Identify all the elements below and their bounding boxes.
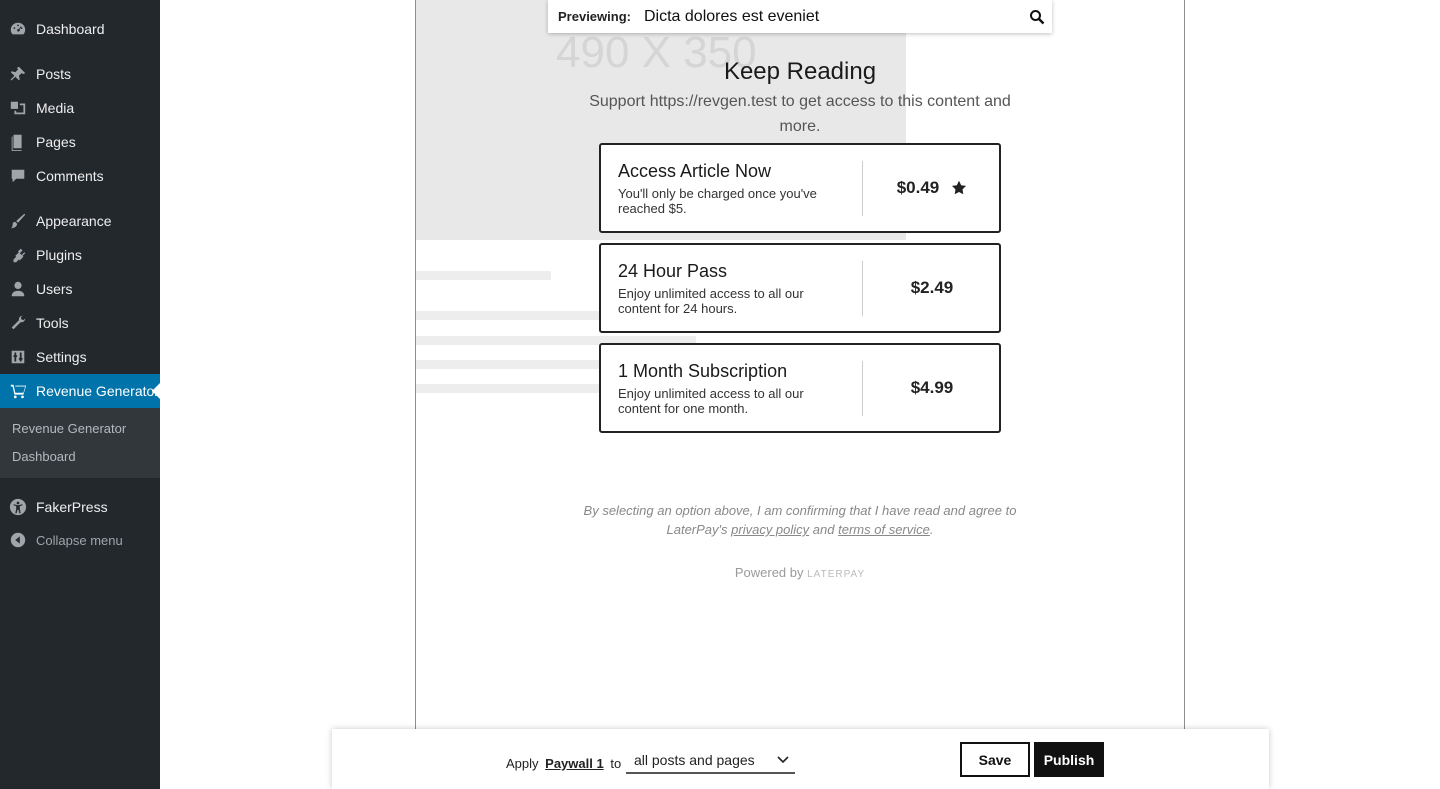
sidebar-item-label: Revenue Generator xyxy=(36,383,159,399)
sidebar-item-label: Posts xyxy=(36,66,72,82)
sidebar-item-label: Settings xyxy=(36,349,87,365)
option-price: $4.99 xyxy=(910,378,954,397)
user-icon xyxy=(0,280,36,298)
paywall-title: Keep Reading xyxy=(723,58,877,85)
sidebar-item-posts[interactable]: Posts xyxy=(0,57,160,91)
sidebar-item-label: Appearance xyxy=(36,213,112,229)
accessibility-icon xyxy=(0,498,36,516)
option-description: You'll only be charged once you've reach… xyxy=(618,186,817,216)
preview-search-bar[interactable]: Previewing: Dicta dolores est eveniet xyxy=(548,0,1052,33)
option-title: Access Article Now xyxy=(618,161,772,181)
pin-icon xyxy=(0,65,36,83)
sidebar-item-label: Comments xyxy=(36,168,104,184)
blurred-text-line xyxy=(416,384,601,393)
option-price: $2.49 xyxy=(910,278,954,297)
paywall-action-bar: Apply Paywall 1 to all posts and pages S… xyxy=(332,729,1269,789)
laterpay-logo: LATERPAY xyxy=(807,569,866,580)
legal-disclaimer: By selecting an option above, I am confi… xyxy=(560,501,1040,539)
sidebar-item-revenue-generator[interactable]: Revenue Generator xyxy=(0,374,160,408)
option-price: $0.49 xyxy=(896,178,940,197)
preview-label: Previewing: xyxy=(558,9,631,24)
chevron-down-icon xyxy=(777,756,789,764)
blurred-text-line xyxy=(416,311,601,320)
submenu-dashboard[interactable]: Dashboard xyxy=(12,449,76,464)
brush-icon xyxy=(0,212,36,230)
to-label: to xyxy=(610,756,622,771)
star-icon xyxy=(952,180,967,195)
sidebar-item-pages[interactable]: Pages xyxy=(0,125,160,159)
pages-icon xyxy=(0,133,36,151)
sidebar-item-tools[interactable]: Tools xyxy=(0,306,160,340)
blurred-text-line xyxy=(416,271,551,280)
paywall-subtitle: Support https://revgen.test to get acces… xyxy=(589,93,1011,135)
sidebar-item-dashboard[interactable]: Dashboard xyxy=(0,12,160,46)
dashboard-icon xyxy=(0,20,36,38)
option-price-container: $2.49 xyxy=(863,245,1001,331)
collapse-menu-label: Collapse menu xyxy=(36,532,123,548)
legal-and: and xyxy=(812,522,835,537)
revenue-generator-submenu: Revenue Generator Dashboard xyxy=(0,408,160,478)
option-title: 1 Month Subscription xyxy=(618,361,788,381)
terms-of-service-link[interactable]: terms of service xyxy=(838,522,930,537)
admin-sidebar: Dashboard Posts Media Pages Comments App… xyxy=(0,0,160,789)
sidebar-item-media[interactable]: Media xyxy=(0,91,160,125)
save-button[interactable]: Save xyxy=(960,742,1030,777)
wrench-icon xyxy=(0,314,36,332)
option-access-article[interactable]: Access Article Now You'll only be charge… xyxy=(599,143,1001,233)
publish-button[interactable]: Publish xyxy=(1034,742,1104,777)
legal-suffix: . xyxy=(929,522,934,537)
privacy-policy-link[interactable]: privacy policy xyxy=(731,522,809,537)
option-1-month-subscription[interactable]: 1 Month Subscription Enjoy unlimited acc… xyxy=(599,343,1001,433)
media-icon xyxy=(0,99,36,117)
comment-icon xyxy=(0,167,36,185)
apply-scope-select[interactable]: all posts and pages xyxy=(626,748,795,774)
option-price-container: $0.49 xyxy=(863,145,1001,231)
sidebar-item-label: Media xyxy=(36,100,75,116)
powered-by-label: Powered by xyxy=(734,565,804,580)
preview-post-title[interactable]: Dicta dolores est eveniet xyxy=(644,8,1022,26)
sidebar-item-label: Pages xyxy=(36,134,76,150)
powered-by: Powered by LATERPAY xyxy=(560,565,1040,580)
sidebar-item-label: Dashboard xyxy=(36,21,105,37)
collapse-arrow-icon xyxy=(0,531,36,549)
option-description: Enjoy unlimited access to all our conten… xyxy=(618,386,804,416)
sidebar-item-plugins[interactable]: Plugins xyxy=(0,238,160,272)
sidebar-item-users[interactable]: Users xyxy=(0,272,160,306)
option-title: 24 Hour Pass xyxy=(618,261,728,281)
apply-scope-value: all posts and pages xyxy=(634,752,755,768)
apply-paywall-text: Apply Paywall 1 to xyxy=(506,756,621,771)
sidebar-item-comments[interactable]: Comments xyxy=(0,159,160,193)
cart-icon xyxy=(0,382,36,400)
apply-label: Apply xyxy=(506,756,539,771)
paywall-name-link[interactable]: Paywall 1 xyxy=(545,756,604,771)
blurred-text-line xyxy=(416,360,601,369)
option-24-hour-pass[interactable]: 24 Hour Pass Enjoy unlimited access to a… xyxy=(599,243,1001,333)
search-icon[interactable] xyxy=(1022,9,1052,25)
sidebar-item-settings[interactable]: Settings xyxy=(0,340,160,374)
sidebar-item-label: Plugins xyxy=(36,247,82,263)
option-description: Enjoy unlimited access to all our conten… xyxy=(618,286,804,316)
sidebar-item-label: FakerPress xyxy=(36,499,108,515)
collapse-menu-button[interactable]: Collapse menu xyxy=(0,523,160,557)
sidebar-item-label: Tools xyxy=(36,315,69,331)
sidebar-item-fakerpress[interactable]: FakerPress xyxy=(0,490,160,524)
option-price-container: $4.99 xyxy=(863,345,1001,431)
sidebar-item-label: Users xyxy=(36,281,73,297)
settings-icon xyxy=(0,348,36,366)
plugin-icon xyxy=(0,246,36,264)
submenu-revenue-generator[interactable]: Revenue Generator xyxy=(12,421,126,436)
sidebar-item-appearance[interactable]: Appearance xyxy=(0,204,160,238)
